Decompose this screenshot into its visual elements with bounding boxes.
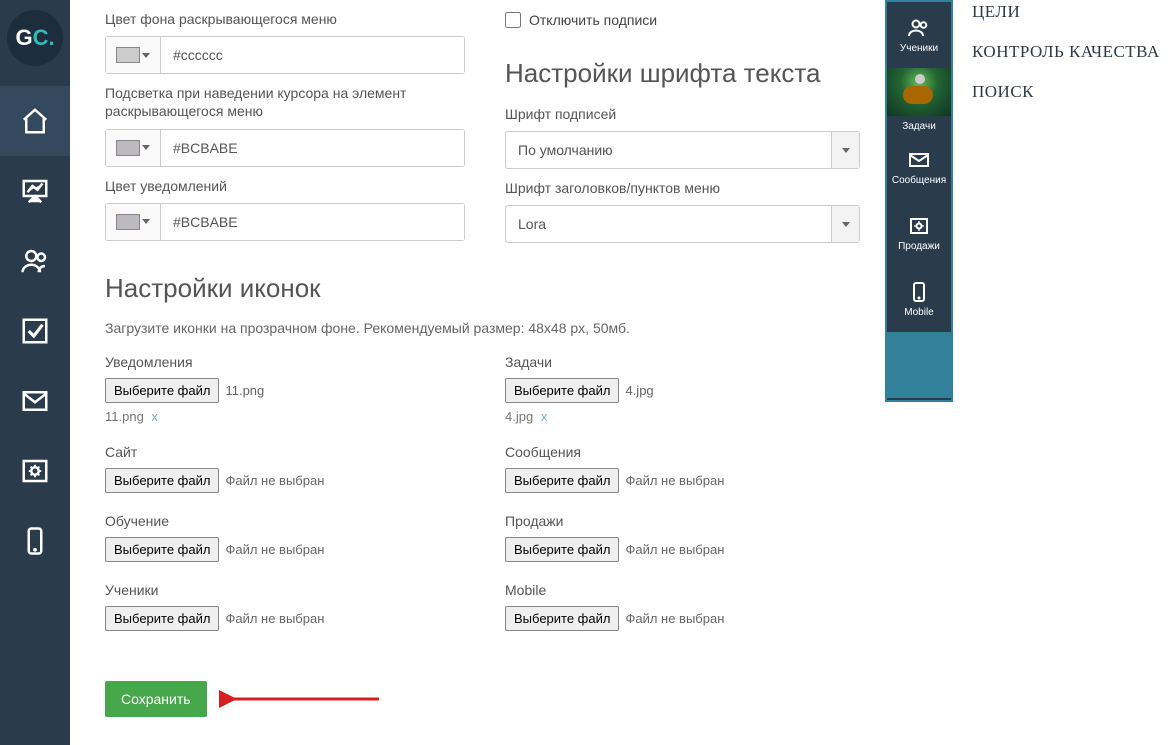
upload-notif-filename: 11.png <box>225 383 264 398</box>
right-side-links: ЦЕЛИ КОНТРОЛЬ КАЧЕСТВА ПОИСК <box>972 0 1162 102</box>
rr-messages[interactable]: Сообщения <box>887 134 951 200</box>
upload-trainings-label: Обучение <box>105 513 465 529</box>
icons-section-hint: Загрузите иконки на прозрачном фоне. Рек… <box>105 320 865 336</box>
nav-trainings[interactable] <box>0 156 70 226</box>
disable-captions-label: Отключить подписи <box>529 12 657 28</box>
rr-messages-label: Сообщения <box>892 175 946 186</box>
link-search[interactable]: ПОИСК <box>972 82 1162 102</box>
upload-tasks-label: Задачи <box>505 354 865 370</box>
rr-mobile[interactable]: Mobile <box>887 266 951 332</box>
icons-section-heading: Настройки иконок <box>105 273 865 304</box>
rr-students-label: Ученики <box>900 43 938 54</box>
upload-messages-label: Сообщения <box>505 444 865 460</box>
upload-mobile-button[interactable]: Выберите файл <box>505 606 619 631</box>
notif-color-input[interactable] <box>105 203 465 241</box>
right-preview-rail: Ученики Задачи Сообщения Продажи Mobile <box>885 0 953 402</box>
logo-g: G <box>15 25 32 51</box>
notif-color-label: Цвет уведомлений <box>105 177 465 195</box>
nav-sales[interactable] <box>0 436 70 506</box>
rr-tasks-label: Задачи <box>902 119 936 134</box>
upload-trainings-button[interactable]: Выберите файл <box>105 537 219 562</box>
rr-mobile-label: Mobile <box>904 307 933 318</box>
hover-color-input[interactable] <box>105 129 465 167</box>
users-icon <box>907 16 931 40</box>
home-icon <box>20 106 50 136</box>
notif-swatch[interactable] <box>106 204 161 240</box>
nav-users[interactable] <box>0 226 70 296</box>
notif-hex-field[interactable] <box>161 204 464 240</box>
nav-mobile[interactable] <box>0 506 70 576</box>
link-quality[interactable]: КОНТРОЛЬ КАЧЕСТВА <box>972 42 1162 62</box>
caret-down-icon <box>842 148 850 153</box>
mail-icon <box>20 386 50 416</box>
headings-font-select[interactable]: Lora <box>505 205 860 243</box>
upload-messages-button[interactable]: Выберите файл <box>505 468 619 493</box>
upload-students-label: Ученики <box>105 582 465 598</box>
subscript-font-value: По умолчанию <box>506 132 831 168</box>
upload-mobile-label: Mobile <box>505 582 865 598</box>
logo-c: C. <box>33 25 55 51</box>
upload-notif-remove[interactable]: x <box>151 409 158 424</box>
safe-icon <box>907 214 931 238</box>
caret-down-icon <box>142 219 150 224</box>
upload-tasks-filename: 4.jpg <box>625 383 653 398</box>
avatar-image <box>887 68 951 116</box>
hover-hex-field[interactable] <box>161 130 464 166</box>
rr-tasks[interactable]: Задачи <box>887 68 951 134</box>
upload-mobile-status: Файл не выбран <box>625 611 724 626</box>
upload-trainings-status: Файл не выбран <box>225 542 324 557</box>
save-button[interactable]: Сохранить <box>105 681 207 717</box>
rr-sales[interactable]: Продажи <box>887 200 951 266</box>
upload-students-status: Файл не выбран <box>225 611 324 626</box>
upload-site-status: Файл не выбран <box>225 473 324 488</box>
subscript-font-label: Шрифт подписей <box>505 105 865 123</box>
nav-messages[interactable] <box>0 366 70 436</box>
upload-sales-button[interactable]: Выберите файл <box>505 537 619 562</box>
left-sidebar: GC. <box>0 0 70 745</box>
upload-tasks-line: 4.jpg <box>505 409 533 424</box>
phone-icon <box>907 280 931 304</box>
headings-font-label: Шрифт заголовков/пунктов меню <box>505 179 865 197</box>
menu-bg-swatch[interactable] <box>106 37 161 73</box>
subscript-font-select[interactable]: По умолчанию <box>505 131 860 169</box>
menu-bg-color-input[interactable] <box>105 36 465 74</box>
users-icon <box>20 246 50 276</box>
upload-notif-button[interactable]: Выберите файл <box>105 378 219 403</box>
menu-bg-color-label: Цвет фона раскрывающегося меню <box>105 10 465 28</box>
menu-bg-hex-field[interactable] <box>161 37 464 73</box>
disable-captions-checkbox[interactable] <box>505 12 521 28</box>
annotation-arrow-icon <box>219 684 389 714</box>
mail-icon <box>907 148 931 172</box>
safe-icon <box>20 456 50 486</box>
link-goals[interactable]: ЦЕЛИ <box>972 2 1162 22</box>
rr-empty-selected[interactable] <box>887 332 951 398</box>
phone-icon <box>20 526 50 556</box>
headings-font-value: Lora <box>506 206 831 242</box>
font-settings-heading: Настройки шрифта текста <box>505 58 865 89</box>
nav-tasks[interactable] <box>0 296 70 366</box>
checkbox-icon <box>20 316 50 346</box>
upload-site-button[interactable]: Выберите файл <box>105 468 219 493</box>
presentation-icon <box>20 176 50 206</box>
upload-notif-label: Уведомления <box>105 354 465 370</box>
upload-messages-status: Файл не выбран <box>625 473 724 488</box>
upload-sales-label: Продажи <box>505 513 865 529</box>
upload-notif-line: 11.png <box>105 409 144 424</box>
hover-color-label: Подсветка при наведении курсора на элеме… <box>105 84 465 120</box>
upload-site-label: Сайт <box>105 444 465 460</box>
rr-students[interactable]: Ученики <box>887 2 951 68</box>
caret-down-icon <box>842 222 850 227</box>
upload-sales-status: Файл не выбран <box>625 542 724 557</box>
upload-students-button[interactable]: Выберите файл <box>105 606 219 631</box>
main-content: Цвет фона раскрывающегося меню Подсветка… <box>70 0 885 745</box>
caret-down-icon <box>142 145 150 150</box>
caret-down-icon <box>142 53 150 58</box>
logo[interactable]: GC. <box>7 10 63 66</box>
upload-tasks-button[interactable]: Выберите файл <box>505 378 619 403</box>
rr-sales-label: Продажи <box>898 241 940 252</box>
upload-tasks-remove[interactable]: x <box>541 409 548 424</box>
nav-home[interactable] <box>0 86 70 156</box>
hover-swatch[interactable] <box>106 130 161 166</box>
